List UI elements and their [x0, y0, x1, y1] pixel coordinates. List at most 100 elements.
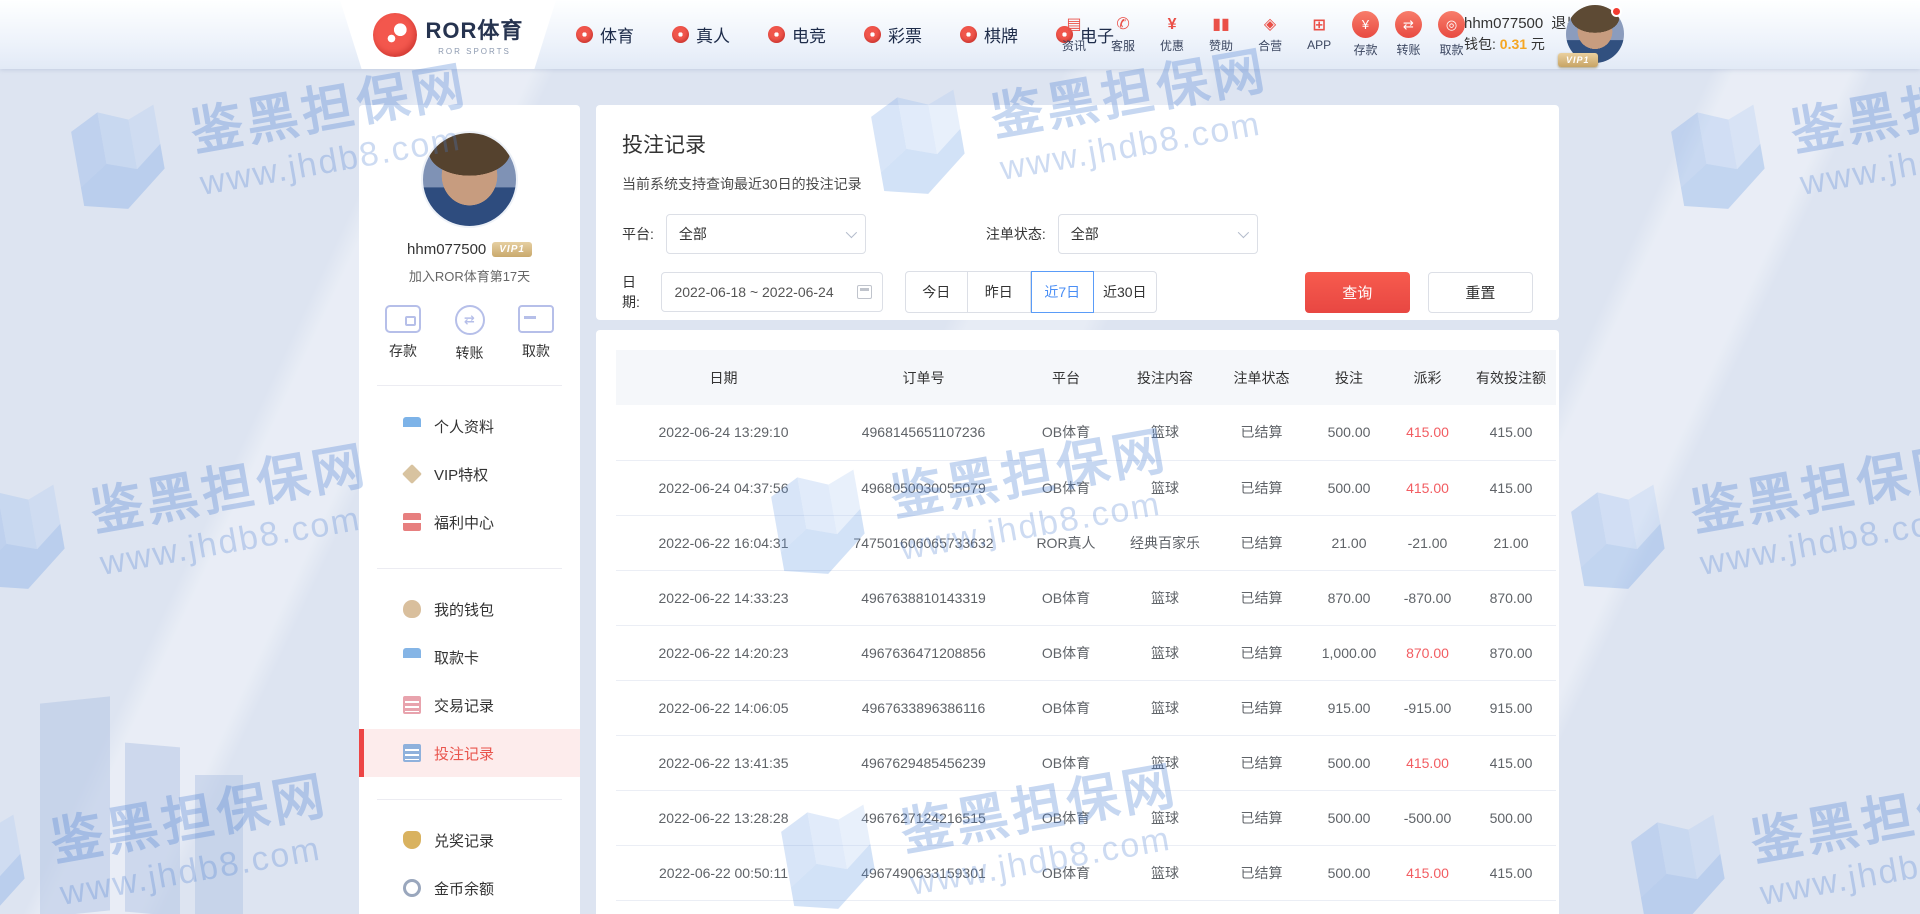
- logo[interactable]: ROR体育 ROR SPORTS: [328, 0, 568, 69]
- sidebar-item-label: 我的钱包: [434, 599, 494, 620]
- bet-records-icon: [403, 744, 421, 762]
- sidebar-menu-group: 我的钱包取款卡交易记录投注记录: [359, 569, 580, 777]
- sidebar-item-vip-privilege[interactable]: VIP特权: [359, 450, 580, 498]
- vip-privilege-icon: [402, 464, 422, 484]
- cell-valid: 415.00: [1466, 735, 1556, 790]
- platform-select[interactable]: 全部: [666, 214, 866, 254]
- header-withdraw-label: 取款: [1439, 41, 1463, 58]
- utility-partner[interactable]: ◈合营: [1258, 16, 1282, 54]
- nav-item-live[interactable]: 真人: [672, 22, 730, 47]
- date-shortcut-近30日[interactable]: 近30日: [1094, 271, 1157, 313]
- status-select[interactable]: 全部: [1058, 214, 1258, 254]
- header-transfer-button[interactable]: ⇄转账: [1395, 11, 1422, 58]
- nav-item-sports[interactable]: 体育: [576, 22, 634, 47]
- table-row: 2022-06-22 14:33:234967638810143319OB体育篮…: [616, 570, 1556, 625]
- sidebar-item-bet-records[interactable]: 投注记录: [359, 729, 580, 777]
- sidebar-item-my-wallet[interactable]: 我的钱包: [359, 585, 580, 633]
- platform-select-value: 全部: [679, 224, 707, 244]
- date-label: 日期:: [622, 272, 649, 312]
- cell-status: 已结算: [1214, 460, 1309, 515]
- transactions-icon: [403, 696, 421, 714]
- sidebar-withdraw-button[interactable]: 取款: [518, 305, 554, 363]
- cell-payout: -870.00: [1389, 570, 1466, 625]
- cell-payout: 870.00: [1389, 625, 1466, 680]
- cell-status: 已结算: [1214, 405, 1309, 460]
- header-deposit-button[interactable]: ¥存款: [1352, 11, 1379, 58]
- utility-news[interactable]: ▤资讯: [1062, 16, 1086, 54]
- cell-date: 2022-06-22 14:33:23: [616, 570, 831, 625]
- redeem-records-icon: [403, 831, 421, 849]
- date-shortcut-今日[interactable]: 今日: [905, 271, 968, 313]
- lottery-icon: [864, 26, 881, 43]
- date-shortcut-近7日[interactable]: 近7日: [1031, 271, 1094, 313]
- utility-promo[interactable]: ¥优惠: [1160, 16, 1184, 54]
- sidebar-withdraw-label: 取款: [522, 341, 550, 361]
- sidebar-transfer-button[interactable]: ⇄转账: [452, 305, 488, 363]
- header-username: hhm077500: [1464, 15, 1543, 32]
- cell-payout: 415.00: [1389, 845, 1466, 900]
- nav-item-esports[interactable]: 电竞: [768, 22, 826, 47]
- cell-bet: 500.00: [1309, 845, 1389, 900]
- table-row: 2022-06-22 14:06:054967633896386116OB体育篮…: [616, 680, 1556, 735]
- utility-service[interactable]: ✆客服: [1111, 16, 1135, 54]
- cell-bet: 500.00: [1309, 735, 1389, 790]
- cell-status: 已结算: [1214, 735, 1309, 790]
- reset-button[interactable]: 重置: [1428, 272, 1533, 313]
- cell-valid: 415.00: [1466, 460, 1556, 515]
- welfare-icon: [403, 513, 421, 531]
- date-shortcut-昨日[interactable]: 昨日: [968, 271, 1031, 313]
- cell-status: 已结算: [1214, 515, 1309, 570]
- header-withdraw-button[interactable]: ◎取款: [1438, 11, 1465, 58]
- sidebar-item-profile[interactable]: 个人资料: [359, 402, 580, 450]
- column-header: 投注: [1309, 350, 1389, 405]
- cell-status: 已结算: [1214, 570, 1309, 625]
- query-button[interactable]: 查询: [1305, 272, 1410, 313]
- partner-icon: ◈: [1264, 16, 1276, 34]
- sidebar-menu-group: 兑奖记录金币余额消息中心67: [359, 800, 580, 914]
- utility-label-sponsor: 赞助: [1209, 37, 1233, 54]
- logo-icon: [373, 13, 417, 57]
- column-header: 有效投注额: [1466, 350, 1556, 405]
- nav-item-chess[interactable]: 棋牌: [960, 22, 1018, 47]
- cell-platform: OB体育: [1016, 735, 1116, 790]
- cell-valid: 415.00: [1466, 845, 1556, 900]
- column-header: 订单号: [831, 350, 1016, 405]
- cell-date: 2022-06-22 14:06:05: [616, 680, 831, 735]
- nav-label-lottery: 彩票: [888, 22, 922, 47]
- main-nav: 体育真人电竞彩票棋牌电子: [576, 0, 1114, 69]
- sidebar-item-coin-balance[interactable]: 金币余额: [359, 864, 580, 912]
- cell-payout: 415.00: [1389, 735, 1466, 790]
- header-avatar[interactable]: VIP1: [1566, 5, 1624, 63]
- sidebar-item-label: 金币余额: [434, 878, 494, 899]
- cell-payout: 415.00: [1389, 405, 1466, 460]
- service-icon: ✆: [1116, 16, 1129, 34]
- utility-label-promo: 优惠: [1160, 37, 1184, 54]
- transfer-icon: ⇄: [1395, 11, 1422, 38]
- sidebar-item-withdraw-card[interactable]: 取款卡: [359, 633, 580, 681]
- sidebar-item-welfare[interactable]: 福利中心: [359, 498, 580, 546]
- utility-sponsor[interactable]: ▮▮赞助: [1209, 16, 1233, 54]
- nav-label-sports: 体育: [600, 22, 634, 47]
- column-header: 注单状态: [1214, 350, 1309, 405]
- cell-date: 2022-06-22 13:41:35: [616, 735, 831, 790]
- notification-dot-icon: [1611, 6, 1622, 17]
- cell-content: 篮球: [1116, 735, 1214, 790]
- nav-item-lottery[interactable]: 彩票: [864, 22, 922, 47]
- cell-date: 2022-06-22 16:04:31: [616, 515, 831, 570]
- utility-app[interactable]: ⊞APP: [1307, 17, 1331, 52]
- cell-platform: OB体育: [1016, 405, 1116, 460]
- cell-content: 篮球: [1116, 460, 1214, 515]
- withdraw-card-icon: [403, 648, 421, 666]
- coin-balance-icon: [403, 879, 421, 897]
- page-title: 投注记录: [622, 129, 1533, 159]
- cell-payout: -21.00: [1389, 515, 1466, 570]
- sidebar-deposit-button[interactable]: 存款: [385, 305, 421, 363]
- table-header-row: 日期订单号平台投注内容注单状态投注派彩有效投注额: [616, 350, 1556, 405]
- profile-avatar[interactable]: [421, 131, 518, 228]
- records-card: 日期订单号平台投注内容注单状态投注派彩有效投注额 2022-06-24 13:2…: [596, 330, 1559, 914]
- sidebar-item-redeem-records[interactable]: 兑奖记录: [359, 816, 580, 864]
- date-range-input[interactable]: 2022-06-18 ~ 2022-06-24: [661, 272, 882, 312]
- cell-valid: 415.00: [1466, 405, 1556, 460]
- sidebar-item-transactions[interactable]: 交易记录: [359, 681, 580, 729]
- cell-valid: 500.00: [1466, 790, 1556, 845]
